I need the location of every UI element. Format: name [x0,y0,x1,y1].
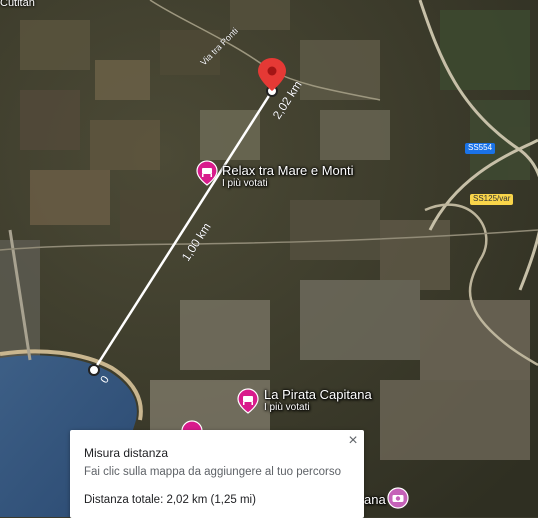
camera-icon[interactable] [387,487,409,513]
top-left-label: Cutitan [0,0,35,9]
place-name: La Pirata Capitana [264,387,372,402]
measure-start-point[interactable] [88,364,100,376]
place-la-pirata-capitana[interactable]: La Pirata Capitana I più votati [264,387,372,414]
place-name: Relax tra Mare e Monti [222,163,354,178]
place-subtitle: I più votati [222,178,268,190]
partial-place-label: ana [364,492,386,507]
road-shield-ss125: SS125/var [470,194,514,205]
close-icon[interactable]: × [346,433,360,449]
place-subtitle: I più votati [264,402,310,414]
place-relax-tra-mare-e-monti[interactable]: Relax tra Mare e Monti I più votati [222,163,354,190]
measure-title: Misura distanza [84,446,169,460]
hotel-icon[interactable] [237,388,259,414]
road-shield-ss554: SS554 [465,143,496,154]
measure-total-distance: Distanza totale: 2,02 km (1,25 mi) [84,494,256,506]
measure-distance-card: Misura distanza Fai clic sulla mappa da … [70,430,364,518]
hotel-icon[interactable] [196,160,218,186]
measure-hint: Fai clic sulla mappa da aggiungere al tu… [84,466,341,478]
